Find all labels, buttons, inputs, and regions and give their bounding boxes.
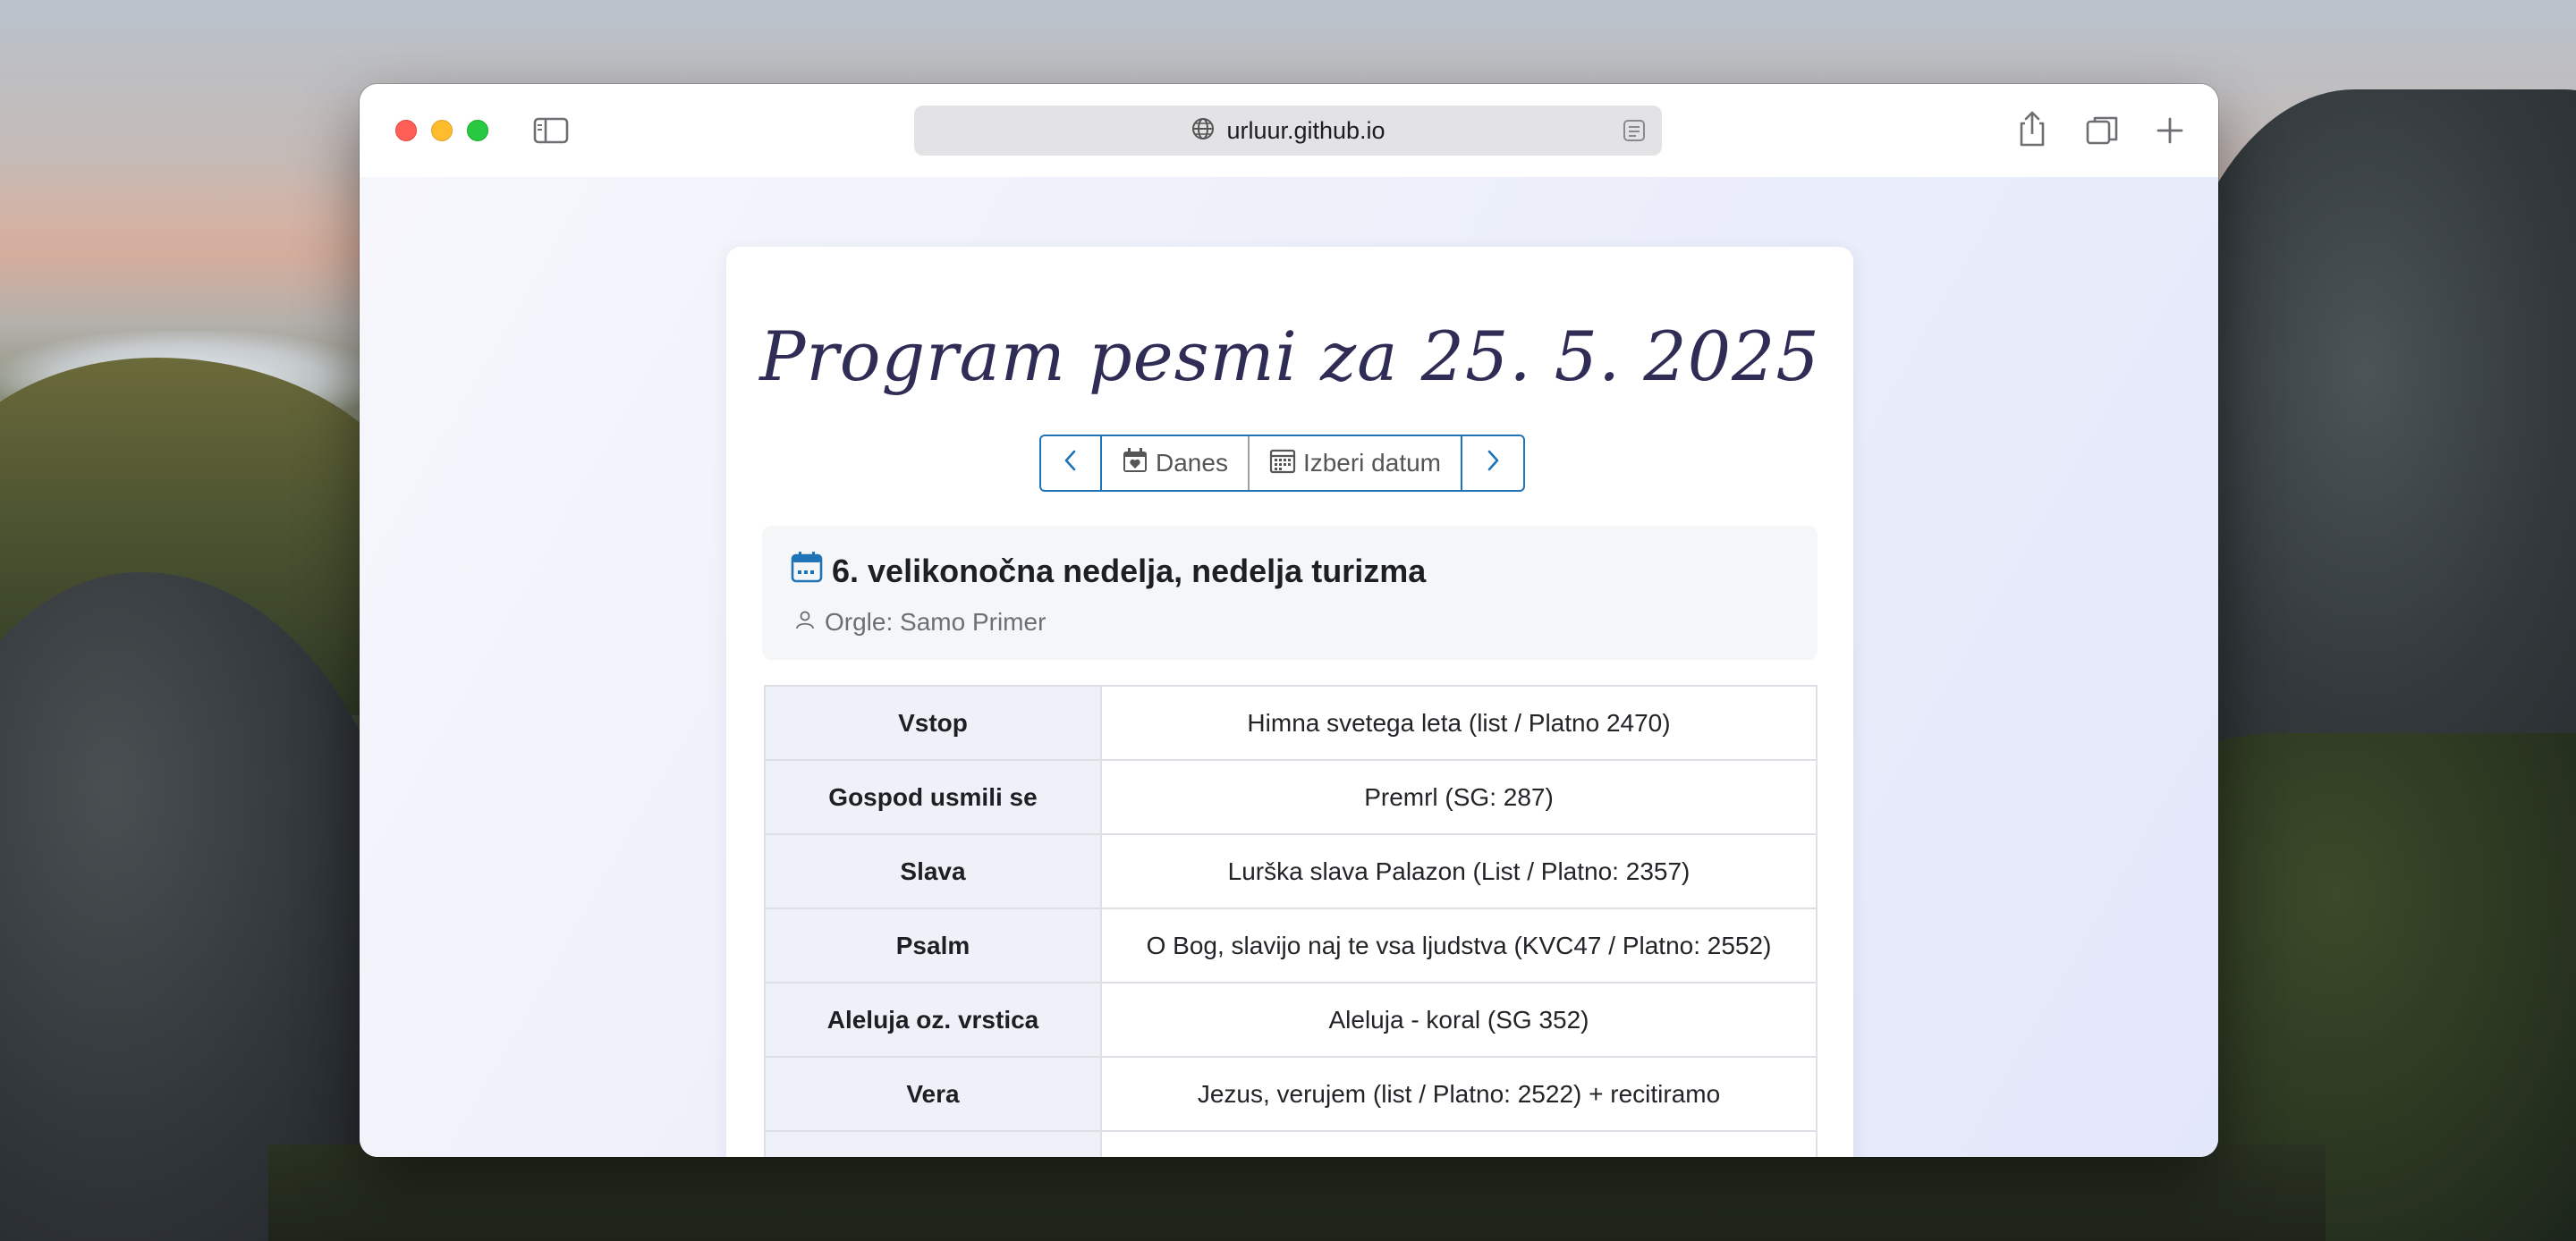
previous-day-button[interactable] bbox=[1041, 436, 1102, 490]
next-day-button[interactable] bbox=[1462, 436, 1523, 490]
plus-icon[interactable] bbox=[2150, 111, 2190, 150]
occasion-title: 6. velikonočna nedelja, nedelja turizma bbox=[832, 552, 1427, 589]
minimize-window-button[interactable] bbox=[431, 120, 453, 141]
browser-window: urluur.github.io Program pesmi za 25. 5.… bbox=[360, 84, 2218, 1157]
song-cell: Lurška slava Palazon (List / Platno: 235… bbox=[1100, 833, 1818, 909]
close-window-button[interactable] bbox=[395, 120, 417, 141]
mass-part-cell: Vera bbox=[764, 1056, 1102, 1132]
table-row bbox=[764, 1130, 1818, 1157]
mass-part-cell: Slava bbox=[764, 833, 1102, 909]
song-cell: Premrl (SG: 287) bbox=[1100, 759, 1818, 835]
table-row: Gospod usmili se Premrl (SG: 287) bbox=[764, 759, 1818, 835]
calendar-grid-icon bbox=[1269, 447, 1296, 480]
mass-part-cell: Vstop bbox=[764, 685, 1102, 761]
occasion-info: 6. velikonočna nedelja, nedelja turizma … bbox=[762, 526, 1818, 660]
date-navigation: Danes Izberi datum bbox=[1039, 435, 1526, 492]
today-button[interactable]: Danes bbox=[1102, 436, 1250, 490]
song-cell: Himna svetega leta (list / Platno 2470) bbox=[1100, 685, 1818, 761]
person-icon bbox=[794, 608, 816, 637]
song-cell: Jezus, verujem (list / Platno: 2522) + r… bbox=[1100, 1056, 1818, 1132]
table-row: Aleluja oz. vrstica Aleluja - koral (SG … bbox=[764, 982, 1818, 1058]
mass-part-cell: Aleluja oz. vrstica bbox=[764, 982, 1102, 1058]
tabs-overview-icon[interactable] bbox=[2082, 111, 2122, 150]
pick-date-button[interactable]: Izberi datum bbox=[1250, 436, 1463, 490]
table-row: Psalm O Bog, slavijo naj te vsa ljudstva… bbox=[764, 908, 1818, 984]
share-icon[interactable] bbox=[2014, 107, 2050, 150]
browser-toolbar: urluur.github.io bbox=[360, 84, 2218, 177]
song-table: Vstop Himna svetega leta (list / Platno … bbox=[764, 685, 1818, 1157]
calendar-icon bbox=[791, 551, 823, 591]
reader-icon[interactable] bbox=[1621, 118, 1648, 143]
song-cell bbox=[1100, 1130, 1818, 1157]
pick-date-label: Izberi datum bbox=[1302, 449, 1442, 477]
page-viewport[interactable]: Program pesmi za 25. 5. 2025 Danes Izber… bbox=[360, 177, 2218, 1157]
occasion-heading: 6. velikonočna nedelja, nedelja turizma bbox=[791, 551, 1426, 591]
song-cell: Aleluja - koral (SG 352) bbox=[1100, 982, 1818, 1058]
table-row: Vera Jezus, verujem (list / Platno: 2522… bbox=[764, 1056, 1818, 1132]
mass-part-cell: Psalm bbox=[764, 908, 1102, 984]
table-row: Vstop Himna svetega leta (list / Platno … bbox=[764, 685, 1818, 761]
maximize-window-button[interactable] bbox=[467, 120, 488, 141]
chevron-left-icon bbox=[1061, 449, 1080, 478]
organist-text: Orgle: Samo Primer bbox=[825, 608, 1046, 636]
address-text: urluur.github.io bbox=[1226, 116, 1385, 144]
organist-line: Orgle: Samo Primer bbox=[794, 608, 1046, 637]
calendar-heart-icon bbox=[1122, 447, 1148, 480]
today-label: Danes bbox=[1156, 449, 1228, 477]
globe-icon bbox=[1191, 116, 1216, 146]
mass-part-cell: Gospod usmili se bbox=[764, 759, 1102, 835]
program-card: Program pesmi za 25. 5. 2025 Danes Izber… bbox=[726, 247, 1853, 1157]
chevron-right-icon bbox=[1483, 449, 1503, 478]
sidebar-icon[interactable] bbox=[531, 114, 571, 147]
mass-part-cell bbox=[764, 1130, 1102, 1157]
page-title: Program pesmi za 25. 5. 2025 bbox=[759, 317, 1820, 396]
song-cell: O Bog, slavijo naj te vsa ljudstva (KVC4… bbox=[1100, 908, 1818, 984]
address-bar[interactable]: urluur.github.io bbox=[914, 106, 1662, 156]
table-row: Slava Lurška slava Palazon (List / Platn… bbox=[764, 833, 1818, 909]
